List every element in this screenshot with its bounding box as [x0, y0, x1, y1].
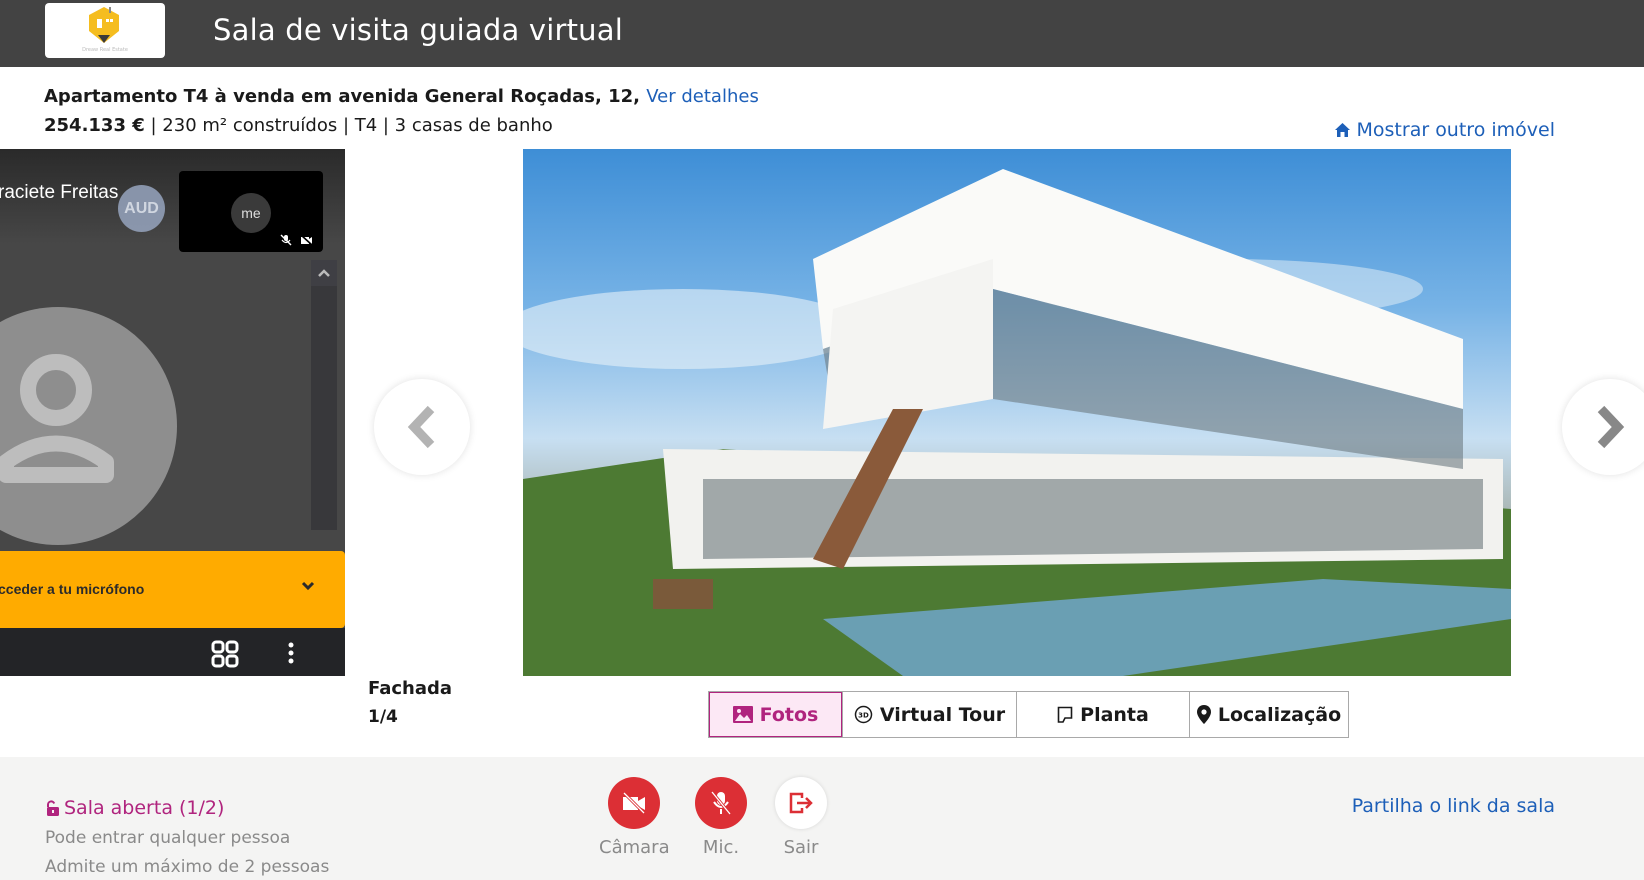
tab-virtual-tour-label: Virtual Tour: [879, 703, 1006, 726]
mic-toggle-button[interactable]: Mic.: [686, 777, 756, 858]
self-avatar: me: [231, 193, 271, 233]
listing-specs: 254.133 € | 230 m² construídos | T4 | 3 …: [44, 115, 553, 136]
exit-room-button[interactable]: Sair: [766, 777, 836, 858]
mic-muted-icon: [280, 234, 292, 246]
top-header: Dreaw Real Estate Sala de visita guiada …: [0, 0, 1644, 67]
room-status-label: Sala aberta (1/2): [64, 797, 225, 819]
listing-price: 254.133 €: [44, 115, 145, 136]
remote-participant-name: raciete Freitas: [0, 182, 119, 203]
exit-icon: [789, 792, 813, 814]
company-logo[interactable]: Dreaw Real Estate: [45, 3, 165, 58]
scroll-up-button[interactable]: [311, 260, 337, 286]
audio-only-badge: AUD: [118, 185, 165, 232]
chevron-down-icon[interactable]: [301, 581, 315, 591]
video-call-panel: raciete Freitas AUD me cceder a tu micró…: [0, 149, 345, 676]
tab-virtual-tour[interactable]: 3D Virtual Tour: [842, 692, 1016, 737]
mic-label: Mic.: [702, 837, 740, 858]
next-photo-button[interactable]: [1562, 379, 1644, 475]
previous-photo-button[interactable]: [374, 379, 470, 475]
3d-icon: 3D: [854, 705, 873, 724]
logo-caption: Dreaw Real Estate: [82, 47, 128, 53]
participants-scrollbar[interactable]: [311, 260, 337, 530]
person-icon: [0, 354, 114, 483]
participant-avatar: [0, 307, 177, 545]
mic-permission-banner[interactable]: cceder a tu micrófono: [0, 551, 345, 628]
self-video-tile[interactable]: me: [179, 171, 323, 252]
svg-text:3D: 3D: [858, 712, 869, 720]
chevron-left-icon: [407, 405, 435, 449]
room-status: Sala aberta (1/2): [45, 797, 224, 819]
tab-fotos-label: Fotos: [759, 703, 819, 726]
listing-specs-text: | 230 m² construídos | T4 | 3 casas de b…: [144, 115, 553, 136]
chevron-right-icon: [1597, 405, 1625, 449]
tab-fotos[interactable]: Fotos: [709, 692, 842, 737]
media-tabs: Fotos 3D Virtual Tour Planta Localização: [708, 691, 1349, 738]
exit-label: Sair: [783, 837, 819, 858]
video-toolbar: [0, 628, 345, 676]
photo-counter: 1/4: [368, 707, 398, 727]
home-icon: [1334, 123, 1350, 137]
show-other-property-link[interactable]: Mostrar outro imóvel: [1334, 119, 1555, 141]
image-icon: [732, 706, 753, 723]
share-room-link[interactable]: Partilha o link da sala: [1352, 795, 1555, 817]
show-other-property-label: Mostrar outro imóvel: [1356, 119, 1555, 141]
photo-caption: Fachada: [368, 678, 453, 699]
floorplan-icon: [1057, 706, 1073, 723]
room-capacity-info: Admite um máximo de 2 pessoas: [45, 857, 330, 877]
property-photo[interactable]: [523, 149, 1511, 676]
mic-off-icon: [710, 791, 732, 815]
room-access-info: Pode entrar qualquer pessoa: [45, 828, 291, 848]
camera-off-small-icon: [300, 234, 313, 246]
listing-title-text: Apartamento T4 à venda em avenida Genera…: [44, 86, 647, 107]
tab-localizacao-label: Localização: [1217, 703, 1342, 726]
more-options-icon[interactable]: [287, 642, 295, 664]
house-logo-icon: [89, 7, 119, 43]
property-photo-illustration: [523, 169, 1511, 676]
camera-off-icon: [622, 792, 646, 814]
camera-label: Câmara: [599, 837, 670, 858]
tab-planta-label: Planta: [1080, 703, 1149, 726]
page-title: Sala de visita guiada virtual: [213, 13, 623, 47]
view-details-link[interactable]: Ver detalhes: [646, 86, 759, 107]
map-pin-icon: [1196, 705, 1211, 724]
room-control-bar: Sala aberta (1/2) Pode entrar qualquer p…: [0, 757, 1644, 880]
unlock-icon: [47, 800, 59, 816]
mic-permission-text: cceder a tu micrófono: [0, 581, 145, 597]
tab-localizacao[interactable]: Localização: [1189, 692, 1348, 737]
grid-view-icon[interactable]: [211, 640, 239, 668]
listing-title: Apartamento T4 à venda em avenida Genera…: [44, 86, 759, 107]
tab-planta[interactable]: Planta: [1016, 692, 1189, 737]
self-status-icons: [280, 234, 313, 246]
chevron-up-icon: [318, 269, 330, 277]
camera-toggle-button[interactable]: Câmara: [599, 777, 670, 858]
